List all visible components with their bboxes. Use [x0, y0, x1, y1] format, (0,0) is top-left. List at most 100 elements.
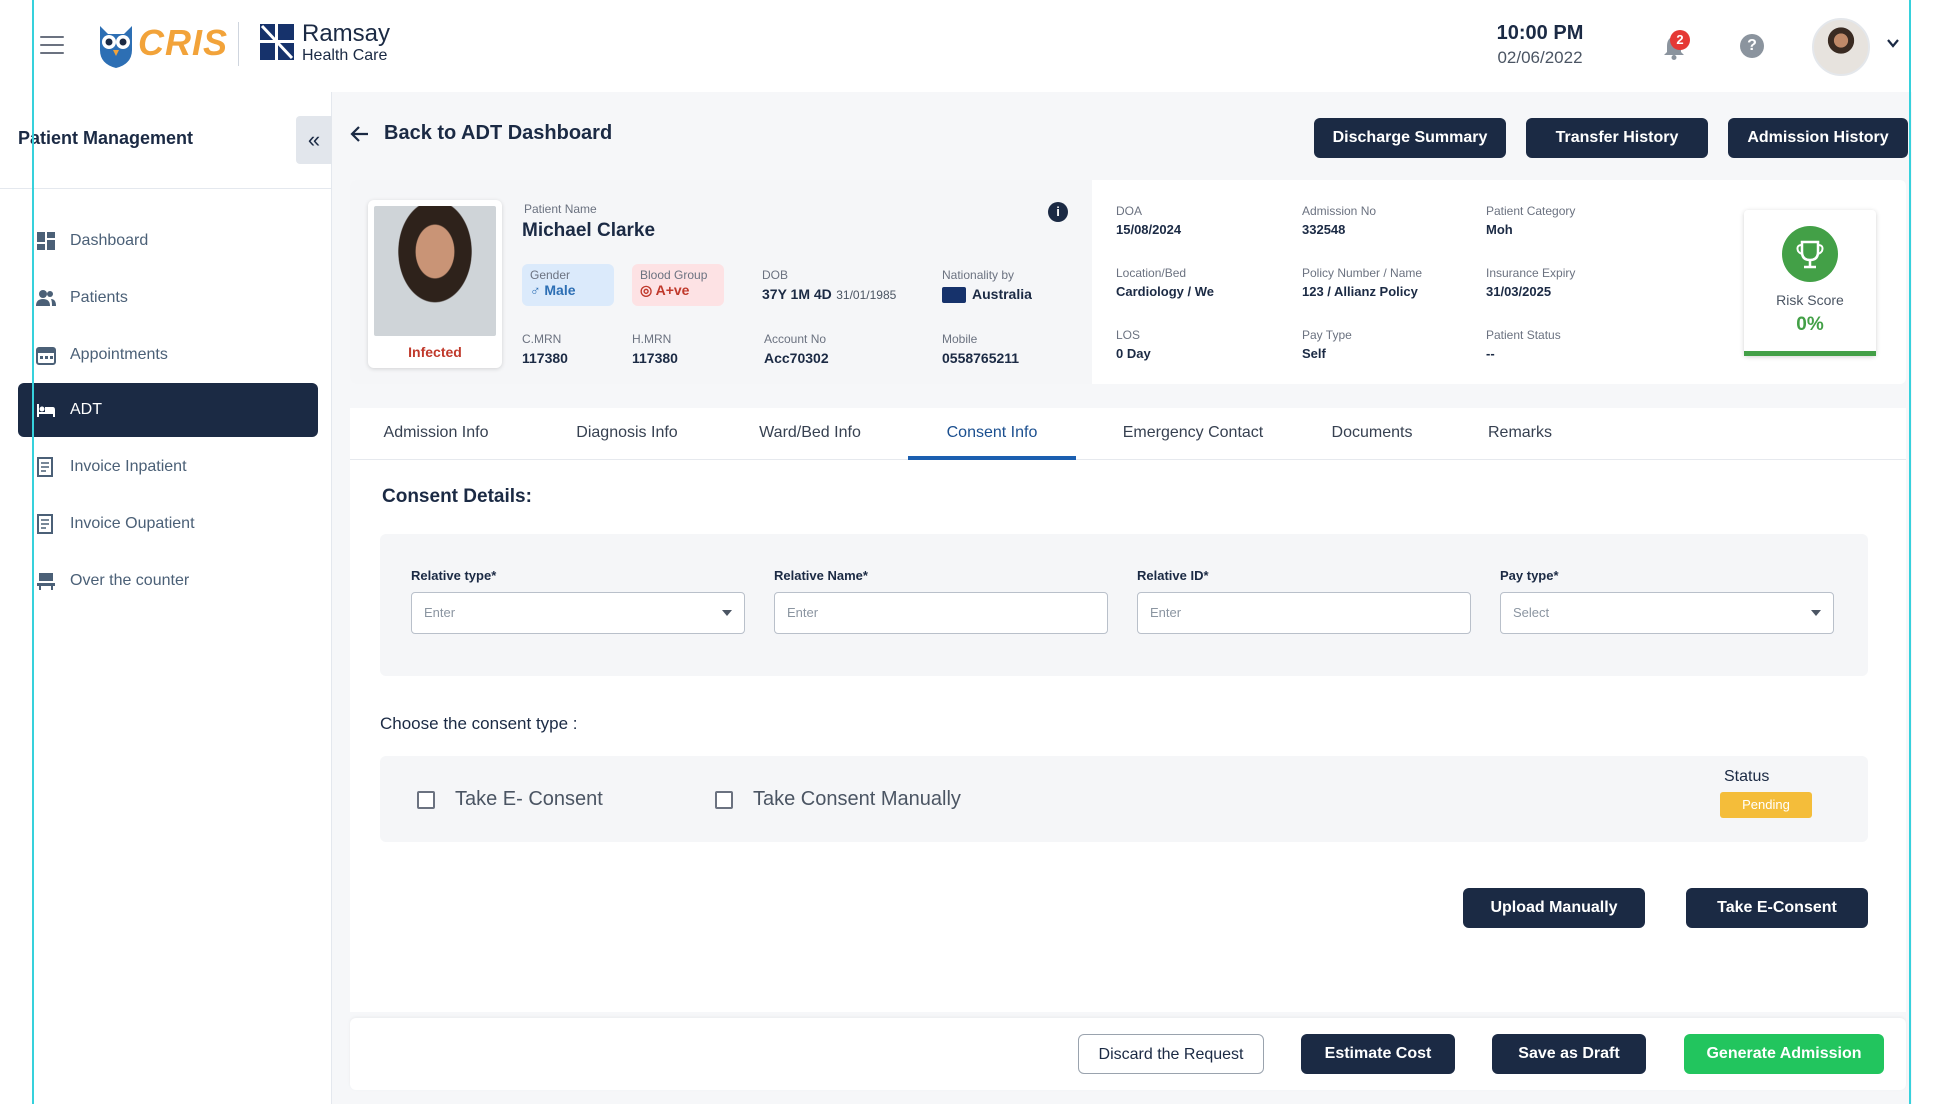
caret-down-icon	[1811, 610, 1821, 616]
upload-manually-button[interactable]: Upload Manually	[1463, 888, 1645, 928]
relative-id-label: Relative ID*	[1137, 568, 1209, 583]
sidebar-item-patients[interactable]: Patients	[18, 271, 318, 325]
paytype-value: Self	[1302, 346, 1326, 361]
header-time: 10:00 PM	[1496, 22, 1584, 44]
gender-chip: Gender ♂ Male	[522, 264, 614, 306]
patients-icon	[36, 290, 56, 306]
sidebar-item-label: Patients	[70, 289, 128, 306]
blood-group-label: Blood Group	[640, 268, 708, 282]
sidebar-item-label: ADT	[70, 401, 102, 418]
back-link[interactable]: Back to ADT Dashboard	[350, 122, 612, 145]
cris-logo-text: CRIS	[138, 22, 229, 63]
relative-type-placeholder: Enter	[424, 605, 456, 620]
cmrn-block: C.MRN 117380	[522, 332, 568, 366]
tab-diagnosis-info[interactable]: Diagnosis Info	[560, 408, 694, 460]
discharge-summary-button[interactable]: Discharge Summary	[1314, 118, 1506, 158]
paytype-label: Pay Type	[1302, 328, 1352, 342]
transfer-history-button[interactable]: Transfer History	[1526, 118, 1708, 158]
cmrn-value: 117380	[522, 350, 568, 366]
sidebar-item-label: Dashboard	[70, 232, 149, 249]
los-label: LOS	[1116, 328, 1141, 342]
risk-score-value: 0%	[1796, 314, 1824, 335]
sidebar-item-label: Invoice Oupatient	[70, 515, 195, 532]
location-block: Location/Bed Cardiology / We	[1116, 266, 1214, 299]
sidebar-item-dashboard[interactable]: Dashboard	[18, 214, 318, 268]
save-draft-button[interactable]: Save as Draft	[1492, 1034, 1646, 1074]
invoice-icon	[37, 514, 53, 534]
sidebar-item-over-the-counter[interactable]: Over the counter	[18, 554, 318, 608]
relative-type-select[interactable]: Enter	[411, 592, 745, 634]
notification-count-badge: 2	[1670, 30, 1690, 50]
mobile-value: 0558765211	[942, 350, 1020, 366]
bed-icon	[37, 404, 55, 417]
nationality-value: Australia	[972, 286, 1032, 302]
generate-admission-button[interactable]: Generate Admission	[1684, 1034, 1884, 1074]
sidebar-item-label: Over the counter	[70, 572, 190, 589]
tab-documents[interactable]: Documents	[1322, 408, 1422, 460]
help-icon[interactable]: ?	[1740, 34, 1764, 58]
mobile-block: Mobile 0558765211	[942, 332, 1019, 366]
tab-ward-bed-info[interactable]: Ward/Bed Info	[746, 408, 874, 460]
invoice-icon	[37, 457, 53, 477]
admission-history-button[interactable]: Admission History	[1728, 118, 1908, 158]
manual-consent-checkbox[interactable]	[715, 791, 733, 809]
category-label: Patient Category	[1486, 204, 1576, 218]
policy-value: 123 / Allianz Policy	[1302, 284, 1418, 299]
hospital-subtitle: Health Care	[302, 47, 388, 64]
manual-consent-label: Take Consent Manually	[753, 788, 961, 810]
e-consent-checkbox[interactable]	[417, 791, 435, 809]
australia-flag-icon	[942, 286, 966, 303]
dob-block: DOB 37Y 1M 4D 31/01/1985	[762, 268, 896, 304]
insurance-value: 31/03/2025	[1486, 284, 1552, 299]
owl-logo-icon	[100, 26, 132, 68]
policy-label: Policy Number / Name	[1302, 266, 1423, 280]
estimate-cost-button[interactable]: Estimate Cost	[1301, 1034, 1455, 1074]
gender-value: ♂ Male	[530, 282, 576, 298]
guide-line-right	[1909, 0, 1911, 1104]
insurance-label: Insurance Expiry	[1486, 266, 1576, 280]
user-avatar[interactable]	[1812, 18, 1870, 76]
relative-id-placeholder: Enter	[1150, 605, 1182, 620]
paytype-block: Pay Type Self	[1302, 328, 1352, 361]
calendar-icon	[36, 347, 56, 365]
los-block: LOS 0 Day	[1116, 328, 1151, 361]
collapse-sidebar-button[interactable]: «	[296, 116, 332, 164]
tab-emergency-contact[interactable]: Emergency Contact	[1112, 408, 1274, 460]
sidebar-item-appointments[interactable]: Appointments	[18, 328, 318, 382]
pay-type-select[interactable]: Select	[1500, 592, 1834, 634]
policy-block: Policy Number / Name 123 / Allianz Polic…	[1302, 266, 1422, 299]
discard-request-button[interactable]: Discard the Request	[1078, 1034, 1264, 1074]
chevron-down-icon[interactable]	[1886, 36, 1900, 50]
admission-no-label: Admission No	[1302, 204, 1377, 218]
insurance-block: Insurance Expiry 31/03/2025	[1486, 266, 1575, 299]
e-consent-label: Take E- Consent	[455, 788, 603, 810]
blood-group-value: A+ve	[655, 282, 690, 298]
tab-admission-info[interactable]: Admission Info	[370, 408, 502, 460]
relative-id-input[interactable]: Enter	[1137, 592, 1471, 634]
menu-icon[interactable]	[40, 36, 64, 56]
dob-label: DOB	[762, 268, 789, 282]
blood-group-chip: Blood Group ◎ A+ve	[632, 264, 724, 306]
sidebar-item-invoice-outpatient[interactable]: Invoice Oupatient	[18, 497, 318, 551]
category-value: Moh	[1486, 222, 1513, 237]
info-icon[interactable]: i	[1048, 202, 1068, 222]
relative-name-placeholder: Enter	[787, 605, 819, 620]
sidebar-title: Patient Management	[18, 128, 194, 148]
consent-type-question: Choose the consent type :	[380, 714, 578, 733]
counter-icon	[37, 573, 55, 590]
tab-remarks[interactable]: Remarks	[1478, 408, 1562, 460]
status-badge: Pending	[1720, 792, 1812, 818]
nationality-label: Nationality by	[942, 268, 1015, 282]
consent-details-title: Consent Details:	[382, 486, 532, 507]
sidebar-item-invoice-inpatient[interactable]: Invoice Inpatient	[18, 440, 318, 494]
risk-score-bar	[1744, 351, 1876, 356]
tab-consent-info[interactable]: Consent Info	[908, 408, 1076, 460]
sidebar-item-adt[interactable]: ADT	[18, 383, 318, 437]
pay-type-placeholder: Select	[1513, 605, 1550, 620]
patient-photo	[374, 206, 496, 336]
relative-name-input[interactable]: Enter	[774, 592, 1108, 634]
arrow-left-icon	[350, 125, 368, 142]
header-divider	[238, 22, 239, 66]
take-e-consent-button[interactable]: Take E-Consent	[1686, 888, 1868, 928]
hospital-name: Ramsay	[302, 20, 391, 47]
